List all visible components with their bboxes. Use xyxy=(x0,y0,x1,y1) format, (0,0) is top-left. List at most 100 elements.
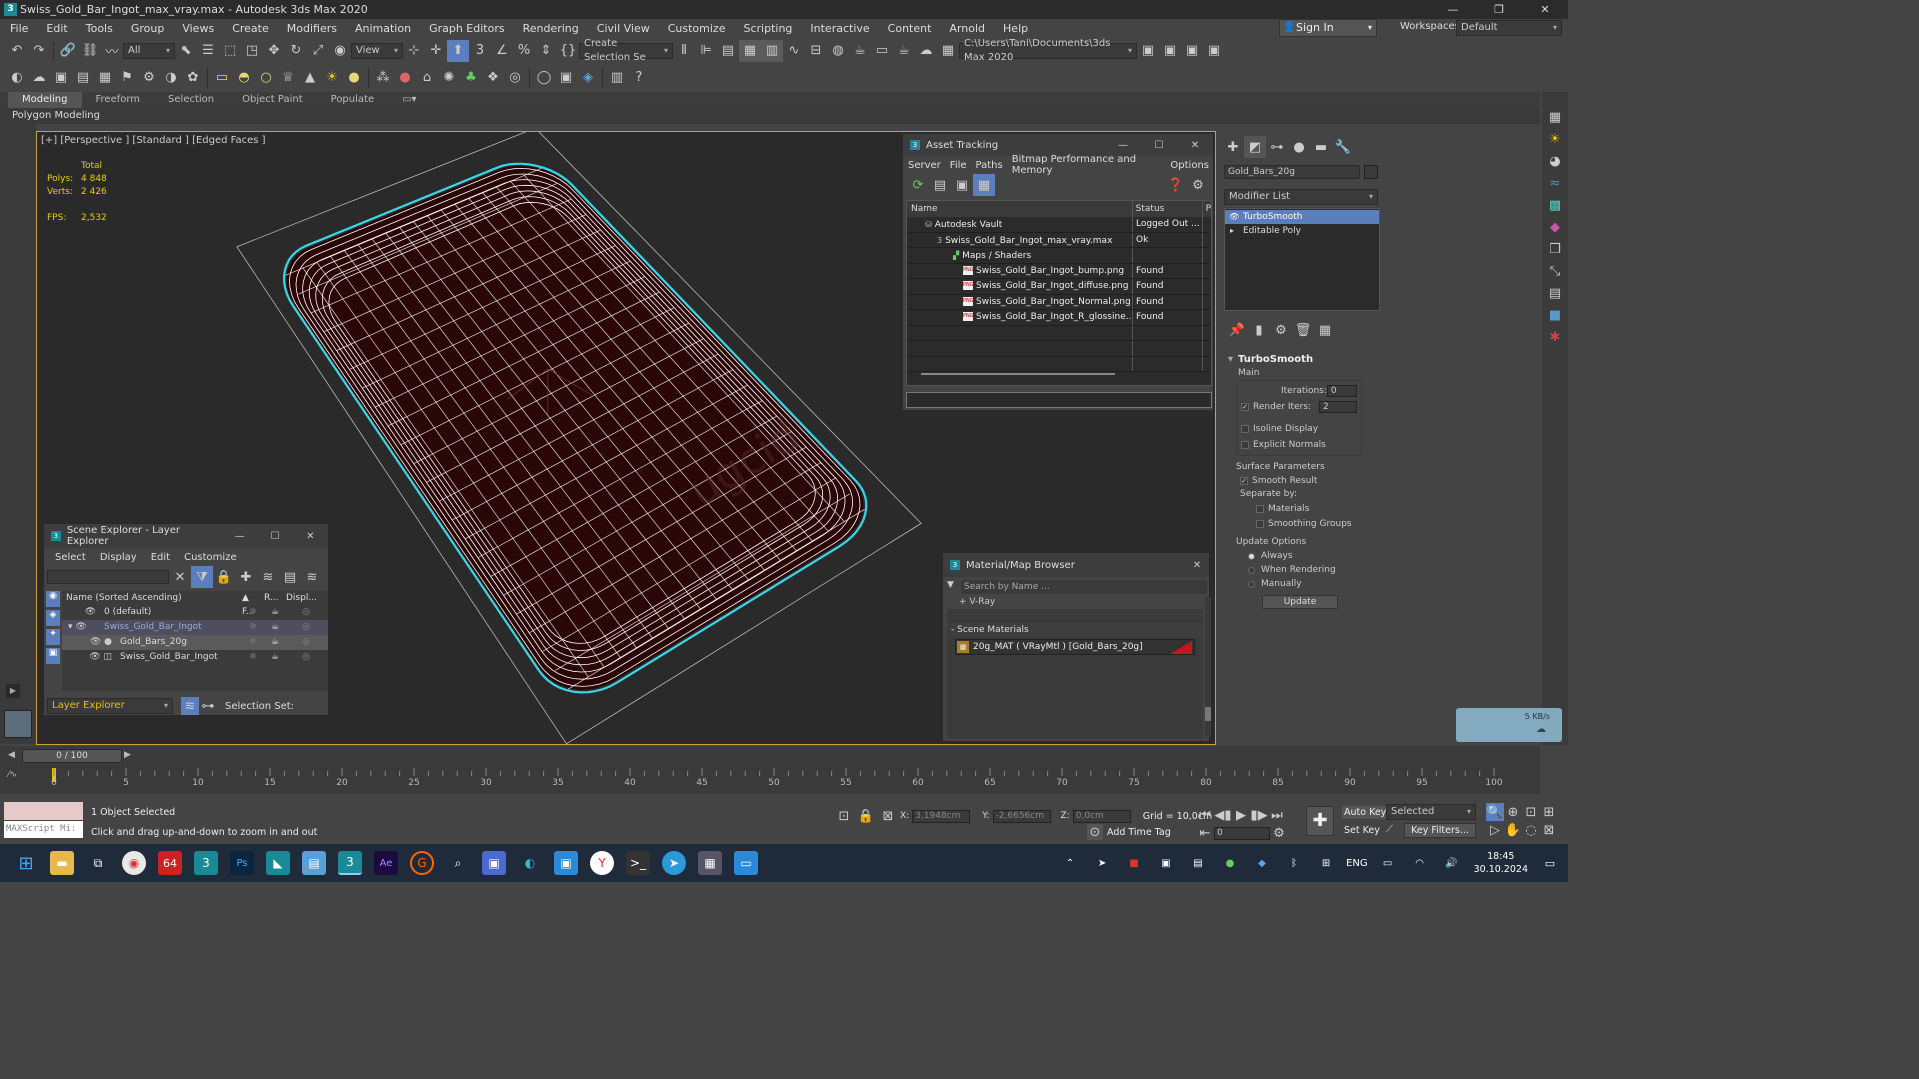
current-frame-field[interactable]: 0 xyxy=(1214,826,1270,840)
image-icon[interactable]: ▤ xyxy=(1544,282,1566,304)
always-radio[interactable] xyxy=(1248,552,1255,560)
set-key-button[interactable]: Set Key xyxy=(1344,825,1380,836)
vray-ies-icon[interactable]: ♕ xyxy=(277,67,299,89)
asset-row[interactable]: PNG Swiss_Gold_Bar_Ingot_R_glossine... Fou… xyxy=(907,310,1211,326)
manually-radio[interactable] xyxy=(1248,580,1255,588)
unlink-icon[interactable]: ⛓ xyxy=(79,40,101,62)
utilities-tab-icon[interactable]: 🔧 xyxy=(1332,136,1354,158)
project-folder-dropdown[interactable]: C:\Users\Tani\Documents\3ds Max 2020 xyxy=(959,38,1137,63)
menu-civil-view[interactable]: Civil View xyxy=(597,22,650,35)
find-field[interactable] xyxy=(47,570,169,584)
tree-row[interactable]: 👁 0 (default) ❄ ☕ ◎ xyxy=(62,605,328,620)
vault-settings-icon[interactable]: ⚙ xyxy=(1187,174,1209,196)
freeze-icon[interactable]: ❄ xyxy=(242,605,264,620)
tree-row[interactable]: 👁 ● Gold_Bars_20g ❄ ☕ ◎ xyxy=(62,635,328,650)
column-display[interactable]: Displ... xyxy=(286,591,326,605)
menu-customize[interactable]: Customize xyxy=(184,552,237,563)
yandex-icon[interactable]: Y xyxy=(590,851,614,875)
motion-tab-icon[interactable]: ● xyxy=(1288,136,1310,158)
stack-item-editable-poly[interactable]: ▸ Editable Poly xyxy=(1225,224,1379,238)
vray-displacement-icon[interactable]: ⁂ xyxy=(372,67,394,89)
object-gold-bars[interactable]: Gold_Bars_20g xyxy=(112,635,242,650)
render-iters-spinner[interactable]: 2 xyxy=(1319,401,1357,413)
minimize-button[interactable]: — xyxy=(1430,0,1476,19)
maximize-viewport-icon[interactable]: ⊠ xyxy=(1540,821,1558,839)
menu-server[interactable]: Server xyxy=(908,160,941,171)
asset-tracking-titlebar[interactable]: 3 Asset Tracking — ☐ ✕ xyxy=(903,134,1213,156)
add-to-layer-icon[interactable]: ≋ xyxy=(257,566,279,588)
transform-icon[interactable]: ⤡ xyxy=(1544,260,1566,282)
light-lister-icon[interactable]: ☀ xyxy=(1544,128,1566,150)
help-icon[interactable]: ? xyxy=(628,67,650,89)
material-editor-icon[interactable]: ◍ xyxy=(827,40,849,62)
key-filter-selection-dropdown[interactable]: Selected xyxy=(1386,804,1476,820)
language-indicator[interactable]: ENG xyxy=(1346,858,1368,869)
rendered-frame-window-icon[interactable]: ▭ xyxy=(871,40,893,62)
clock[interactable]: 18:45 30.10.2024 xyxy=(1474,850,1528,876)
vray-clipper-icon[interactable]: ⌂ xyxy=(416,67,438,89)
vray-lister-icon[interactable]: ⚑ xyxy=(116,67,138,89)
z-coordinate-field[interactable]: 0,0cm xyxy=(1072,809,1131,823)
selection-filter-dropdown[interactable]: All xyxy=(123,42,175,59)
close-button[interactable]: ✕ xyxy=(293,531,328,542)
tray-chevron-icon[interactable]: ⌃ xyxy=(1058,851,1082,875)
zoom-icon[interactable]: 🔍 xyxy=(1486,803,1504,821)
render-in-cloud-icon[interactable]: ☁ xyxy=(915,40,937,62)
sign-in-button[interactable]: 👤 Sign In ▾ xyxy=(1279,19,1377,37)
photoshop-icon[interactable]: Ps xyxy=(230,851,254,875)
maxscript-mini-listener[interactable]: MAXScript Mi: xyxy=(4,821,83,838)
create-tab-icon[interactable]: ✚ xyxy=(1222,136,1244,158)
render-teapot-icon[interactable]: ☕ xyxy=(264,620,286,635)
vray-dome-icon[interactable]: ◓ xyxy=(233,67,255,89)
menu-bitmap-performance[interactable]: Bitmap Performance and Memory xyxy=(1012,154,1162,176)
rotate-icon[interactable]: ↻ xyxy=(285,40,307,62)
move-icon[interactable]: ✥ xyxy=(263,40,285,62)
volume-icon[interactable]: 🔊 xyxy=(1440,851,1464,875)
telegram-icon[interactable]: ➤ xyxy=(662,851,686,875)
workspace-dropdown[interactable]: Default xyxy=(1456,20,1562,36)
asset-path-field[interactable] xyxy=(906,392,1212,408)
keyboard-shortcut-override-icon[interactable]: ⬆ xyxy=(447,39,469,62)
tray-shield-icon[interactable]: ◆ xyxy=(1250,851,1274,875)
hierarchy-tab-icon[interactable]: ⊶ xyxy=(1266,136,1288,158)
modify-tab-icon[interactable]: ◩ xyxy=(1244,136,1266,158)
table-view-icon[interactable]: ▦ xyxy=(973,174,995,196)
render-icon[interactable]: ◕ xyxy=(1544,150,1566,172)
separate-smoothing-groups-checkbox[interactable] xyxy=(1256,519,1264,528)
checker-icon[interactable]: ▦ xyxy=(1544,106,1566,128)
edit-named-selection-icon[interactable]: {} xyxy=(557,40,579,62)
iterations-spinner[interactable]: 0 xyxy=(1326,385,1357,397)
maxscript-listener-output[interactable] xyxy=(4,802,83,820)
ribbon-options-icon[interactable]: ▭▾ xyxy=(388,92,430,108)
viewport-label[interactable]: [+] [Perspective ] [Standard ] [Edged Fa… xyxy=(41,135,266,146)
material-item[interactable]: ▦ 20g_MAT ( VRayMtl ) [Gold_Bars_20g] xyxy=(955,639,1195,655)
turbosmooth-rollout-header[interactable]: TurboSmooth xyxy=(1226,354,1374,368)
notepad-icon[interactable]: ▤ xyxy=(302,851,326,875)
minimize-button[interactable]: — xyxy=(1105,140,1141,151)
3dsmax-icon[interactable]: 3 xyxy=(194,851,218,875)
track-bar[interactable]: ⁄∿ 0 5 10 15 20 25 30 35 40 45 50 55 60 65 70 75 80 85 90 9… xyxy=(0,766,1540,794)
explorer-type-dropdown[interactable]: Layer Explorer xyxy=(47,698,173,714)
layer-toggle-icon[interactable]: ≋ xyxy=(181,697,199,715)
isolate-selection-icon[interactable]: ⊡ xyxy=(836,805,852,827)
display-icon[interactable]: ◎ xyxy=(286,650,326,665)
vray-spot-icon[interactable]: ▲ xyxy=(299,67,321,89)
render-teapot-icon[interactable]: ☕ xyxy=(264,635,286,650)
pan-icon[interactable]: ✋ xyxy=(1504,821,1522,839)
freeze-icon[interactable]: ❄ xyxy=(242,635,264,650)
app-64-icon[interactable]: 64 xyxy=(158,851,182,875)
eye-icon[interactable]: 👁 ● xyxy=(62,635,112,650)
vray-sun-icon[interactable]: ☀ xyxy=(321,67,343,89)
chrome-icon[interactable]: ◉ xyxy=(122,851,146,875)
tray-image-icon[interactable]: ▤ xyxy=(1186,851,1210,875)
layer-swiss-gold-bar[interactable]: Swiss_Gold_Bar_Ingot xyxy=(96,620,242,635)
tray-red-icon[interactable]: ■ xyxy=(1122,851,1146,875)
vray-ambient-icon[interactable]: ● xyxy=(343,67,365,89)
isoline-display-checkbox[interactable] xyxy=(1241,425,1249,433)
tab-populate[interactable]: Populate xyxy=(317,92,388,108)
render-iters-checkbox[interactable]: ✓ xyxy=(1241,403,1249,411)
menu-create[interactable]: Create xyxy=(232,22,269,35)
freeze-icon[interactable]: ❄ xyxy=(242,620,264,635)
update-button[interactable]: Update xyxy=(1262,595,1338,609)
object-swiss-gold-bar[interactable]: Swiss_Gold_Bar_Ingot xyxy=(112,650,242,665)
